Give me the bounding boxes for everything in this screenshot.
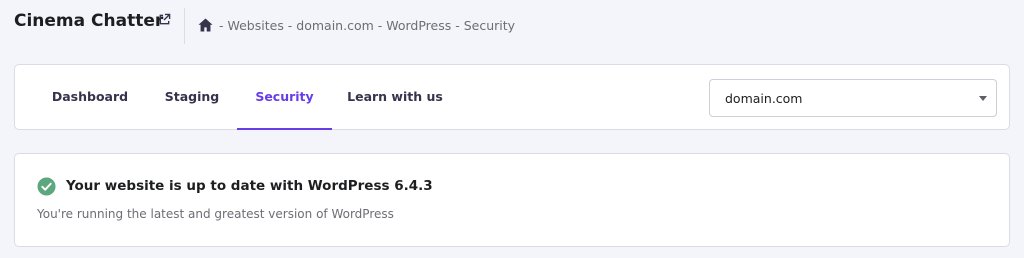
breadcrumb: - Websites - domain.com - WordPress - Se… — [219, 18, 516, 33]
status-description: You're running the latest and greatest v… — [37, 207, 394, 221]
tabs-card: Dashboard Staging Security Learn with us… — [14, 64, 1010, 130]
site-title: Cinema Chatter — [14, 11, 164, 31]
header-divider — [184, 8, 185, 44]
update-status-card: Your website is up to date with WordPres… — [14, 153, 1010, 247]
chevron-down-icon — [979, 96, 987, 101]
domain-select[interactable]: domain.com — [709, 79, 997, 117]
tab-staging[interactable]: Staging — [152, 65, 232, 129]
tab-dashboard[interactable]: Dashboard — [44, 65, 136, 129]
tab-security[interactable]: Security — [237, 65, 332, 130]
page-header: Cinema Chatter - Websites - domain.com -… — [0, 0, 1024, 52]
check-circle-icon — [37, 177, 56, 196]
status-title: Your website is up to date with WordPres… — [66, 178, 433, 194]
domain-select-value: domain.com — [725, 91, 803, 106]
home-icon[interactable] — [198, 18, 213, 32]
tab-learn-with-us[interactable]: Learn with us — [345, 65, 445, 129]
external-link-icon[interactable] — [158, 13, 171, 26]
